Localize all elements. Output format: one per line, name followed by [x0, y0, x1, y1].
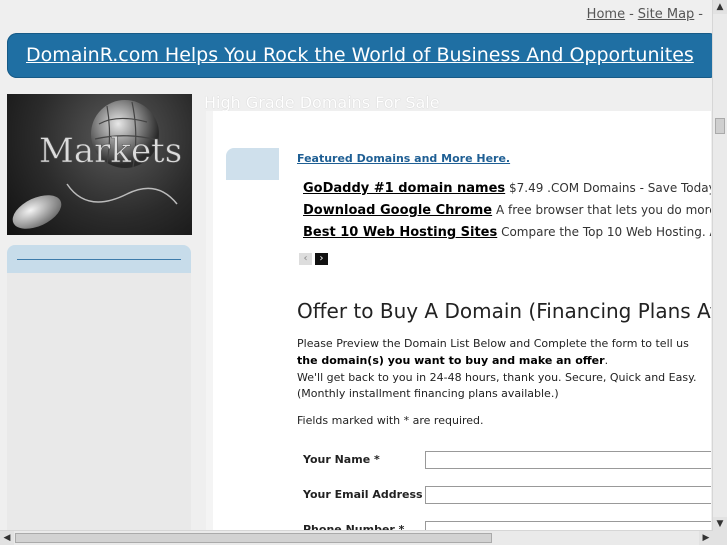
main-content: Featured Domains and More Here. GoDaddy … [213, 111, 711, 533]
ad-desc: Compare the Top 10 Web Hosting. All offe [501, 225, 711, 239]
required-note: Fields marked with * are required. [297, 414, 484, 427]
top-nav: Home - Site Map - [587, 7, 707, 22]
scroll-down-icon[interactable]: ▼ [713, 517, 727, 531]
sitemap-link[interactable]: Site Map [638, 7, 695, 22]
horizontal-scroll-thumb[interactable] [15, 533, 492, 543]
nav-separator: - [629, 7, 634, 22]
offer-heading: Offer to Buy A Domain (Financing Plans A… [297, 299, 711, 323]
ad-item: Best 10 Web Hosting Sites Compare the To… [303, 225, 711, 240]
name-field[interactable] [425, 451, 711, 469]
email-field[interactable] [425, 486, 711, 504]
sidebar-box [7, 245, 191, 273]
offer-text-line: We'll get back to you in 24-48 hours, th… [297, 371, 697, 384]
name-label: Your Name * [303, 453, 380, 466]
offer-text-line: Please Preview the Domain List Below and… [297, 337, 689, 350]
ad-title-link[interactable]: GoDaddy #1 domain names [303, 181, 505, 196]
vertical-scroll-thumb[interactable] [715, 118, 725, 134]
content-shadow [206, 111, 213, 533]
featured-domains-link[interactable]: Featured Domains and More Here. [297, 152, 510, 165]
scrollbar-corner [713, 531, 727, 545]
horizontal-scrollbar[interactable]: ◀ ▶ [0, 530, 713, 545]
offer-text-bold: the domain(s) you want to buy and make a… [297, 354, 605, 367]
offer-text-line: (Monthly installment financing plans ava… [297, 387, 559, 400]
globe-mouse-illustration: Markets [12, 100, 182, 229]
offer-text-period: . [604, 354, 609, 367]
scroll-up-icon[interactable]: ▲ [713, 0, 727, 14]
ad-title-link[interactable]: Best 10 Web Hosting Sites [303, 225, 497, 240]
header-banner: DomainR.com Helps You Rock the World of … [7, 33, 719, 78]
email-label: Your Email Address * [303, 488, 433, 501]
markets-hero-image: Markets [7, 94, 192, 235]
vertical-scrollbar[interactable]: ▲ ▼ [712, 0, 727, 531]
sidebar-panel [7, 273, 191, 533]
chevron-right-icon[interactable]: › [315, 253, 328, 265]
ad-desc: $7.49 .COM Domains - Save Today Inc: F [509, 181, 711, 195]
home-link[interactable]: Home [587, 7, 625, 22]
offer-text-line: the domain(s) you want to buy and make a… [297, 354, 608, 367]
ad-slider-controls: ‹ › [299, 246, 331, 265]
sidebar-divider [17, 259, 181, 260]
scroll-left-icon[interactable]: ◀ [0, 531, 14, 545]
scroll-right-icon[interactable]: ▶ [699, 531, 713, 545]
ad-item: GoDaddy #1 domain names $7.49 .COM Domai… [303, 181, 711, 196]
ad-title-link[interactable]: Download Google Chrome [303, 203, 492, 218]
banner-title-link[interactable]: DomainR.com Helps You Rock the World of … [26, 44, 694, 66]
nav-separator-trailing: - [698, 7, 703, 22]
featured-tab [226, 148, 279, 180]
markets-label: Markets [39, 131, 182, 171]
section-title: High Grade Domains For Sale [204, 93, 440, 112]
ad-item: Download Google Chrome A free browser th… [303, 203, 711, 218]
ad-desc: A free browser that lets you do more of … [495, 203, 711, 217]
chevron-left-icon[interactable]: ‹ [299, 253, 312, 265]
